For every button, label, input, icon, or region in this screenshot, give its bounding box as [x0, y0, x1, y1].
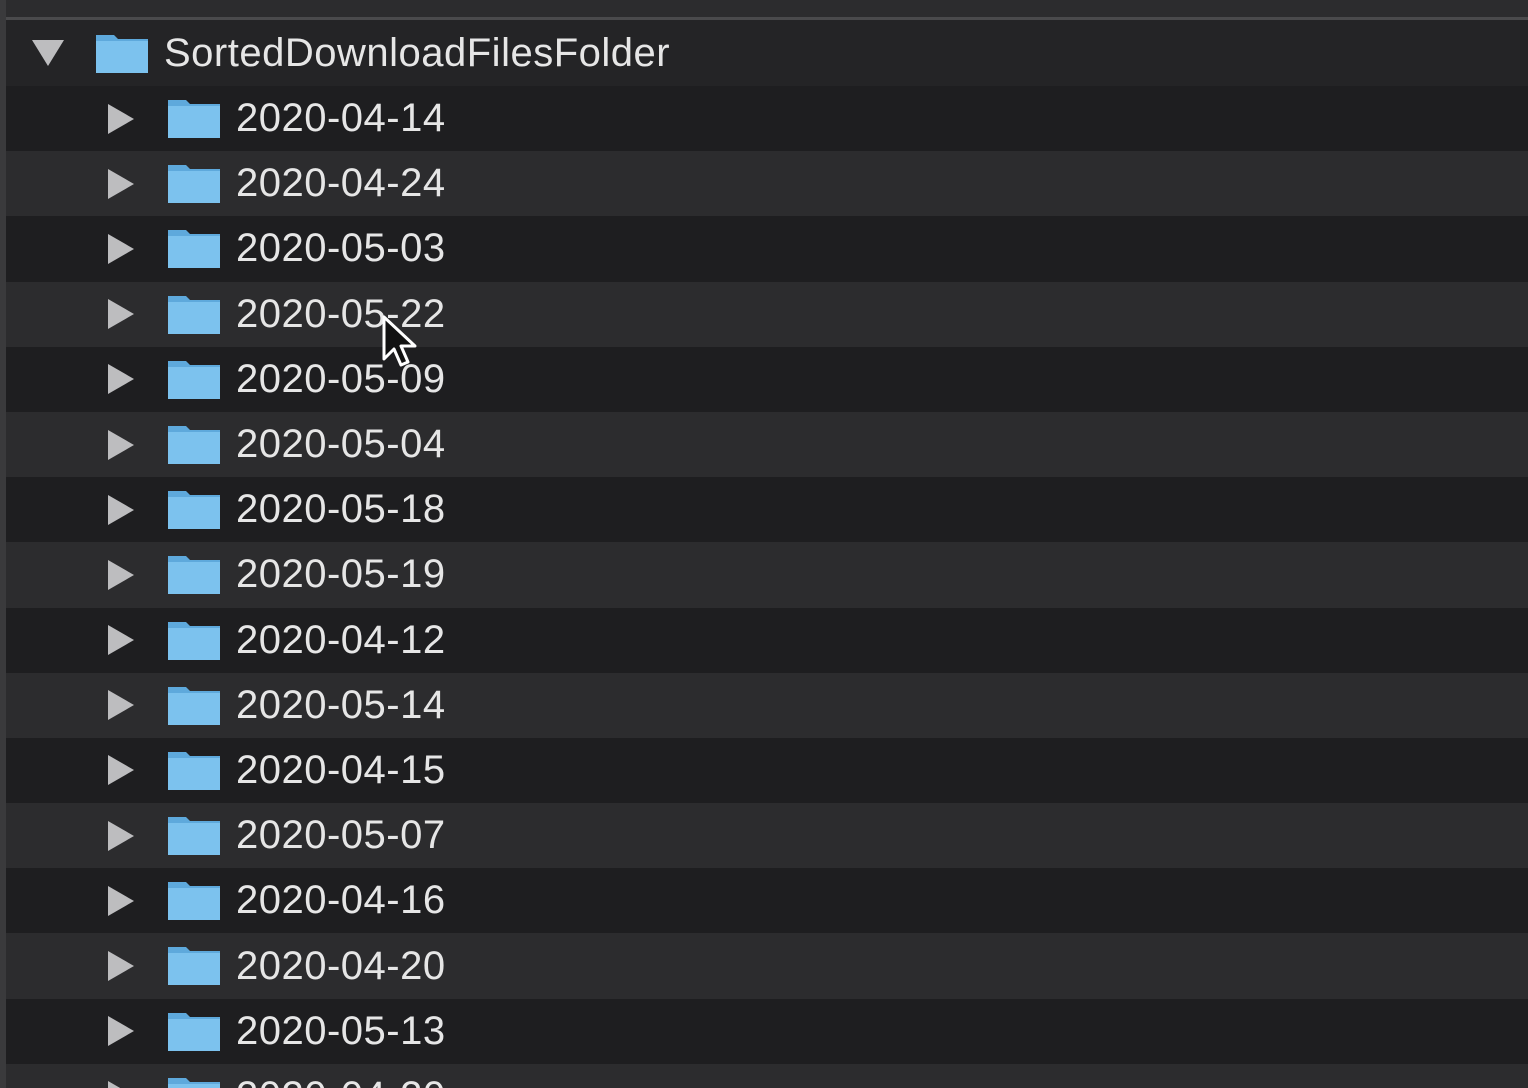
folder-icon — [166, 292, 222, 336]
folder-label: 2020-04-14 — [236, 96, 446, 141]
folder-label: 2020-05-13 — [236, 1008, 446, 1053]
folder-label: 2020-05-07 — [236, 813, 446, 858]
tree-row-folder[interactable]: 2020-05-13 — [6, 998, 1528, 1064]
folder-label: 2020-05-09 — [236, 356, 446, 401]
folder-label: 2020-04-24 — [236, 161, 446, 206]
disclosure-triangle-collapsed-icon[interactable] — [108, 233, 134, 264]
tree-row-folder[interactable]: 2020-05-19 — [6, 542, 1528, 608]
tree-row-folder[interactable]: 2020-04-20 — [6, 933, 1528, 999]
folder-icon — [166, 226, 222, 270]
folder-icon — [166, 552, 222, 596]
folder-icon — [166, 1074, 222, 1088]
disclosure-triangle-expanded-icon[interactable] — [32, 40, 64, 66]
disclosure-triangle-collapsed-icon[interactable] — [108, 299, 134, 330]
folder-icon — [94, 31, 150, 75]
folder-icon — [166, 422, 222, 466]
disclosure-triangle-collapsed-icon[interactable] — [108, 820, 134, 851]
folder-icon — [166, 1009, 222, 1053]
tree-row-folder[interactable]: 2020-05-22 — [6, 281, 1528, 347]
folder-label: 2020-05-19 — [236, 552, 446, 597]
folder-label: 2020-04-15 — [236, 747, 446, 792]
disclosure-triangle-collapsed-icon[interactable] — [108, 1081, 134, 1088]
folder-icon — [166, 683, 222, 727]
tree-row-folder[interactable]: 2020-04-14 — [6, 86, 1528, 152]
disclosure-triangle-collapsed-icon[interactable] — [108, 559, 134, 590]
root-folder-label: SortedDownloadFilesFolder — [164, 30, 671, 75]
folder-label: 2020-04-16 — [236, 878, 446, 923]
folder-icon — [166, 487, 222, 531]
folder-icon — [166, 618, 222, 662]
child-folder-list: 2020-04-14 2020-04-24 2020-05-03 2020-05-22… — [6, 86, 1528, 1088]
disclosure-triangle-collapsed-icon[interactable] — [108, 755, 134, 786]
disclosure-triangle-collapsed-icon[interactable] — [108, 429, 134, 460]
disclosure-triangle-collapsed-icon[interactable] — [108, 951, 134, 982]
tree-row-folder[interactable]: 2020-04-20 — [6, 1063, 1528, 1088]
tree-row-folder[interactable]: 2020-05-09 — [6, 346, 1528, 412]
folder-label: 2020-04-20 — [236, 943, 446, 988]
folder-label: 2020-05-18 — [236, 487, 446, 532]
tree-row-folder[interactable]: 2020-04-24 — [6, 151, 1528, 217]
folder-label: 2020-05-22 — [236, 291, 446, 336]
folder-icon — [166, 357, 222, 401]
folder-label: 2020-04-20 — [236, 1074, 446, 1088]
column-header-bar — [0, 0, 1528, 20]
tree-row-folder[interactable]: 2020-05-07 — [6, 803, 1528, 869]
folder-icon — [166, 161, 222, 205]
folder-label: 2020-05-04 — [236, 422, 446, 467]
disclosure-triangle-collapsed-icon[interactable] — [108, 364, 134, 395]
disclosure-triangle-collapsed-icon[interactable] — [108, 1016, 134, 1047]
finder-list-view: SortedDownloadFilesFolder 2020-04-14 2020… — [0, 0, 1528, 1088]
tree-row-folder[interactable]: 2020-04-12 — [6, 607, 1528, 673]
tree-row-folder[interactable]: 2020-05-03 — [6, 216, 1528, 282]
disclosure-triangle-collapsed-icon[interactable] — [108, 103, 134, 134]
folder-icon — [166, 943, 222, 987]
tree-row-folder[interactable]: 2020-05-18 — [6, 477, 1528, 543]
folder-label: 2020-05-14 — [236, 682, 446, 727]
disclosure-triangle-collapsed-icon[interactable] — [108, 494, 134, 525]
tree-row-root[interactable]: SortedDownloadFilesFolder — [6, 20, 1528, 86]
disclosure-triangle-collapsed-icon[interactable] — [108, 625, 134, 656]
disclosure-triangle-collapsed-icon[interactable] — [108, 885, 134, 916]
folder-tree: SortedDownloadFilesFolder 2020-04-14 2020… — [6, 20, 1528, 1088]
tree-row-folder[interactable]: 2020-04-15 — [6, 737, 1528, 804]
folder-icon — [166, 96, 222, 140]
folder-label: 2020-04-12 — [236, 617, 446, 662]
tree-row-folder[interactable]: 2020-05-14 — [6, 672, 1528, 738]
folder-icon — [166, 813, 222, 857]
folder-icon — [166, 748, 222, 792]
folder-label: 2020-05-03 — [236, 226, 446, 271]
folder-icon — [166, 878, 222, 922]
tree-row-folder[interactable]: 2020-05-04 — [6, 411, 1528, 478]
disclosure-triangle-collapsed-icon[interactable] — [108, 168, 134, 199]
tree-row-folder[interactable]: 2020-04-16 — [6, 868, 1528, 934]
disclosure-triangle-collapsed-icon[interactable] — [108, 690, 134, 721]
